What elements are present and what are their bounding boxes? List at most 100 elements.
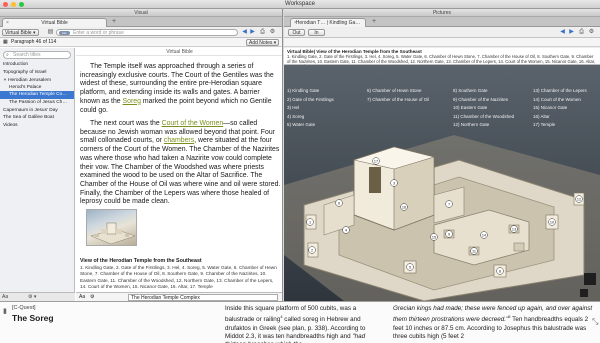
- number-marker: 4: [342, 226, 350, 234]
- zoom-window-button[interactable]: [19, 2, 24, 7]
- close-icon[interactable]: ×: [294, 19, 297, 27]
- resource-selector-label: Virtual Bible: [5, 30, 32, 36]
- legend-entry: 11) Chamber of the Woodshed: [453, 113, 515, 119]
- sidebar-item[interactable]: Videos: [0, 122, 74, 130]
- number-marker: 15: [430, 233, 438, 241]
- sidebar-item-label: Topography of Israel: [3, 69, 47, 75]
- tab-virtual-bible[interactable]: × Virtual Bible: [2, 18, 107, 27]
- search-placeholder: Enter a word or phrase: [73, 30, 124, 36]
- paragraph-court-of-women: The next court was the Court of the Wome…: [80, 120, 281, 207]
- sidebar-item[interactable]: The Herodian Temple Co…: [0, 91, 74, 99]
- font-size-button[interactable]: Aa: [2, 294, 8, 300]
- sidebar-item-label: Capernaum in Jesus' Day: [3, 107, 58, 113]
- number-marker: 8: [496, 267, 504, 275]
- zoom-out-button[interactable]: Out: [288, 29, 305, 36]
- number-marker: 17: [372, 157, 380, 165]
- share-icon[interactable]: ⎙: [578, 29, 585, 36]
- forward-icon[interactable]: ▶: [568, 29, 575, 36]
- legend-entry: 14) Court of the Women: [533, 96, 581, 102]
- section-title-field[interactable]: The Herodian Temple Complex: [128, 294, 278, 301]
- window-title: Workspace: [285, 1, 315, 7]
- visual-tab-strip: × Virtual Bible +: [0, 17, 282, 27]
- sidebar-item[interactable]: Herod's Palace: [0, 84, 74, 92]
- pictures-toolbar: Out In ◀ ▶ ⎙ ⚙: [284, 27, 600, 38]
- number-marker: 10: [548, 218, 556, 226]
- sidebar-item[interactable]: ▼ Herodian Jerusalem: [0, 76, 74, 84]
- footer-column-1: Inside this square platform of 500 cubit…: [225, 305, 385, 343]
- sidebar-item-label: Herod's Palace: [9, 84, 42, 90]
- legend-entry: 12) Northern Gate: [453, 122, 490, 127]
- picture-legend: 1) Kindling Gate 5) Chamber of Hewn Stone…: [287, 87, 597, 129]
- footer-resource: [C-Quest]: [12, 305, 36, 311]
- back-icon[interactable]: ◀: [241, 29, 248, 36]
- marker-label: 13: [512, 228, 516, 232]
- title-search-placeholder: Search titles: [13, 52, 41, 58]
- marker-label: 3: [393, 182, 395, 186]
- tab-herodian-temple[interactable]: × Herodian T… | Kindling Ga…: [290, 18, 366, 27]
- sidebar-item-label: Herodian Jerusalem: [8, 78, 52, 84]
- sidebar-item[interactable]: The Passion of Jesus Ch…: [0, 99, 74, 107]
- font-size-icon[interactable]: Aa: [79, 293, 85, 301]
- scope-chip[interactable]: ALL: [59, 31, 70, 35]
- number-marker: 1: [306, 218, 314, 226]
- number-marker: 5: [406, 263, 414, 271]
- marker-label: 17: [374, 160, 378, 164]
- number-marker: 3: [390, 179, 398, 187]
- sidebar-item[interactable]: Introduction: [0, 61, 74, 69]
- temple-thumbnail-image[interactable]: [86, 209, 137, 246]
- sidebar-item[interactable]: The Sea of Galilee Boat: [0, 114, 74, 122]
- add-notes-button[interactable]: Add Notes ▾: [246, 39, 280, 46]
- close-icon[interactable]: ×: [6, 19, 9, 27]
- soreg-link[interactable]: Soreg: [123, 98, 141, 105]
- table-of-contents-icon[interactable]: ▦: [3, 38, 8, 47]
- settings-icon[interactable]: ⚙ ▾: [28, 293, 36, 301]
- visual-toolbar: Virtual Bible ▾ ▤ ALL Enter a word or ph…: [0, 27, 282, 38]
- title-search-input[interactable]: ⌕ Search titles: [3, 51, 71, 59]
- legend-entry: 3) Hel: [287, 105, 300, 110]
- paragraph-location: Paragraph 46 of 114: [11, 39, 57, 45]
- number-marker: 12: [575, 195, 583, 203]
- forward-icon[interactable]: ▶: [249, 29, 256, 36]
- court-of-the-women-link[interactable]: Court of the Women: [162, 120, 224, 127]
- location-bar: ▦ Paragraph 46 of 114 Add Notes ▾: [0, 38, 282, 47]
- close-window-button[interactable]: [3, 2, 8, 7]
- marker-label: 12: [577, 198, 581, 202]
- legend-entry: [367, 121, 453, 129]
- settings-icon[interactable]: ⚙: [90, 293, 94, 301]
- toc-list: Introduction Topography of Israel ▼ Herodi…: [0, 61, 74, 129]
- legend-entry: 8) Southern Gate: [453, 88, 488, 93]
- sidebar-item[interactable]: Capernaum in Jesus' Day: [0, 107, 74, 115]
- legend-entry: 7) Chamber of the House of Oil: [367, 96, 430, 102]
- number-marker: 9: [445, 230, 453, 238]
- marker-label: 11: [472, 250, 476, 254]
- zoom-in-button[interactable]: In: [308, 29, 325, 36]
- minimize-window-button[interactable]: [11, 2, 16, 7]
- number-marker: 11: [470, 247, 478, 255]
- back-icon[interactable]: ◀: [559, 29, 566, 36]
- marker-label: 6: [338, 202, 340, 206]
- picture-caption: Virtual Bible| View of the Herodian Temp…: [284, 48, 600, 69]
- gear-icon[interactable]: ⚙: [269, 29, 276, 36]
- legend-entry: [367, 113, 453, 121]
- resize-handle-icon[interactable]: ⤡: [592, 317, 598, 327]
- chambers-link[interactable]: chambers: [164, 137, 194, 144]
- add-tab-button[interactable]: +: [370, 18, 378, 26]
- number-marker: 7: [445, 200, 453, 208]
- marker-label: 8: [499, 270, 501, 274]
- share-icon[interactable]: ⎙: [259, 29, 266, 36]
- temple-complex-picture[interactable]: 1 2 3 4 5 6 7 8 9 10 11 12 13 14 15 16 17 1) Kindling Ga…: [284, 65, 600, 301]
- marker-label: 16: [402, 206, 406, 210]
- sidebar-item[interactable]: Topography of Israel: [0, 69, 74, 77]
- sidebar-item-label: The Herodian Temple Co…: [9, 92, 68, 98]
- number-marker: 13: [510, 225, 518, 233]
- reader-title: Virtual Bible: [76, 48, 282, 56]
- paragraph-courts: The Temple itself was approached through…: [80, 63, 281, 115]
- marker-label: 15: [432, 236, 436, 240]
- library-icon[interactable]: ▤: [47, 29, 54, 36]
- resource-selector[interactable]: Virtual Bible ▾: [2, 29, 39, 36]
- gear-icon[interactable]: ⚙: [588, 29, 595, 36]
- search-input[interactable]: ALL Enter a word or phrase: [56, 29, 238, 36]
- add-tab-button[interactable]: +: [110, 18, 118, 26]
- pictures-subbar: [284, 38, 600, 47]
- pictures-tab-strip: × Herodian T… | Kindling Ga… +: [284, 17, 600, 27]
